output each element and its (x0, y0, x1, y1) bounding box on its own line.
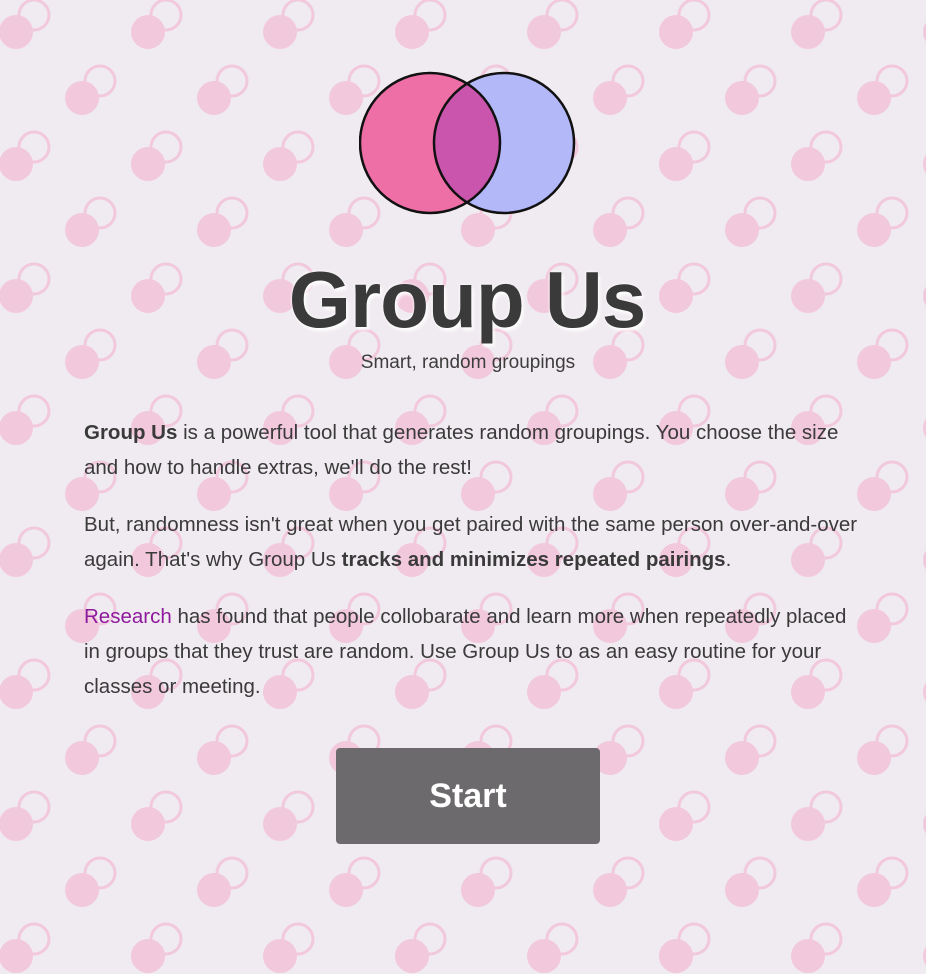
intro-paragraph-2-end: . (725, 548, 732, 571)
page-subtitle: Smart, random groupings (360, 352, 576, 373)
intro-paragraph-3-text: has found that people collobarate and le… (84, 605, 847, 698)
intro-paragraph-2: But, randomness isn't great when you get… (84, 507, 864, 577)
start-button[interactable]: Start (336, 748, 600, 844)
research-link[interactable]: Research (84, 605, 172, 628)
page-title: Group Us (288, 255, 646, 344)
intro-paragraph-1: Group Us is a powerful tool that generat… (84, 415, 864, 485)
venn-logo-icon (359, 71, 576, 215)
intro-paragraph-3: Research has found that people collobara… (84, 599, 864, 704)
landing-page: Group Us Smart, random groupings Group U… (0, 0, 926, 974)
intro-paragraph-1-text: is a powerful tool that generates random… (84, 421, 839, 479)
brand-name-bold: Group Us (84, 421, 178, 444)
repeated-pairings-bold: tracks and minimizes repeated pairings (341, 548, 726, 571)
